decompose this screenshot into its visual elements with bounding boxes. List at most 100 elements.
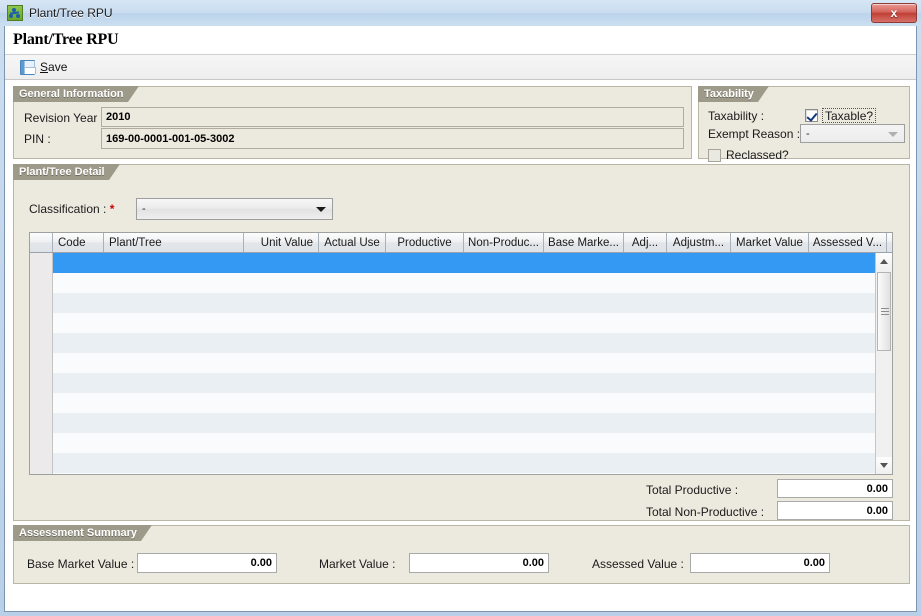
- row-body[interactable]: [53, 293, 892, 313]
- exempt-reason-select[interactable]: -: [800, 124, 905, 143]
- row-body[interactable]: [53, 253, 892, 273]
- row-body[interactable]: [53, 473, 892, 474]
- table-row[interactable]: [30, 253, 892, 273]
- plant-tree-detail-legend: Plant/Tree Detail: [13, 164, 120, 180]
- window-title: Plant/Tree RPU: [29, 6, 113, 20]
- scroll-down-icon[interactable]: [876, 457, 892, 474]
- base-market-value: 0.00: [250, 557, 272, 569]
- revision-year-value: 2010: [106, 111, 131, 123]
- total-productive-field[interactable]: 0.00: [777, 479, 893, 498]
- grid-column-header[interactable]: Productive: [386, 233, 464, 252]
- total-non-productive-value: 0.00: [866, 504, 888, 517]
- row-body[interactable]: [53, 273, 892, 293]
- grid-vertical-scrollbar[interactable]: [875, 253, 892, 474]
- market-value-label: Market Value :: [319, 557, 396, 571]
- classification-label: Classification : *: [29, 202, 115, 216]
- exempt-reason-value: -: [806, 127, 810, 140]
- grid-column-header[interactable]: Plant/Tree: [104, 233, 244, 252]
- table-row[interactable]: [30, 393, 892, 413]
- scrollbar-thumb[interactable]: [877, 272, 891, 351]
- taxability-label: Taxability :: [708, 109, 765, 123]
- row-header-cell[interactable]: [30, 333, 53, 353]
- row-body[interactable]: [53, 393, 892, 413]
- floppy-disk-icon: [20, 59, 36, 75]
- total-non-productive-label: Total Non-Productive :: [646, 505, 765, 519]
- table-row[interactable]: [30, 433, 892, 453]
- row-body[interactable]: [53, 413, 892, 433]
- row-body[interactable]: [53, 373, 892, 393]
- row-header-cell[interactable]: [30, 253, 53, 273]
- grid-column-header[interactable]: Adj...: [624, 233, 667, 252]
- table-row[interactable]: [30, 333, 892, 353]
- row-body[interactable]: [53, 433, 892, 453]
- plant-tree-detail-group: Plant/Tree Detail Classification : * - C…: [13, 164, 910, 521]
- revision-year-field[interactable]: 2010: [101, 107, 684, 127]
- form-body: General Information Revision Year : 2010…: [5, 80, 916, 610]
- row-body[interactable]: [53, 333, 892, 353]
- row-header-cell[interactable]: [30, 353, 53, 373]
- row-header-cell[interactable]: [30, 313, 53, 333]
- save-button-label: Save: [40, 60, 68, 74]
- classification-select[interactable]: -: [136, 198, 333, 220]
- close-icon: x: [890, 6, 898, 20]
- table-row[interactable]: [30, 473, 892, 474]
- table-row[interactable]: [30, 313, 892, 333]
- taxable-checkbox-label[interactable]: Taxable?: [822, 108, 877, 123]
- assessment-summary-group: Assessment Summary Base Market Value : 0…: [13, 525, 910, 584]
- total-non-productive-field[interactable]: 0.00: [777, 501, 893, 520]
- classification-value: -: [142, 203, 146, 215]
- close-button[interactable]: x: [871, 3, 917, 23]
- scroll-up-icon[interactable]: [876, 253, 892, 270]
- grid-column-header[interactable]: Unit Value: [244, 233, 319, 252]
- row-header-cell[interactable]: [30, 393, 53, 413]
- row-body[interactable]: [53, 313, 892, 333]
- row-header-cell[interactable]: [30, 453, 53, 473]
- base-market-value-field[interactable]: 0.00: [137, 553, 277, 573]
- grid-column-header[interactable]: Code: [53, 233, 104, 252]
- table-row[interactable]: [30, 353, 892, 373]
- row-body[interactable]: [53, 453, 892, 473]
- exempt-reason-label: Exempt Reason :: [708, 127, 801, 141]
- general-information-legend: General Information: [13, 86, 139, 102]
- row-header-cell[interactable]: [30, 273, 53, 293]
- pin-field[interactable]: 169-00-0001-001-05-3002: [101, 128, 684, 149]
- revision-year-label: Revision Year :: [24, 111, 105, 125]
- row-header-cell[interactable]: [30, 473, 53, 474]
- reclassed-checkbox[interactable]: [708, 149, 721, 162]
- page-title: Plant/Tree RPU: [13, 31, 119, 48]
- table-row[interactable]: [30, 373, 892, 393]
- classification-required-marker: *: [109, 202, 115, 216]
- row-header-cell[interactable]: [30, 413, 53, 433]
- row-body[interactable]: [53, 353, 892, 373]
- toolbar: Save: [5, 55, 916, 80]
- table-row[interactable]: [30, 293, 892, 313]
- table-row[interactable]: [30, 453, 892, 473]
- row-header-cell[interactable]: [30, 293, 53, 313]
- grid-column-header[interactable]: [30, 233, 53, 252]
- assessed-value: 0.00: [803, 557, 825, 569]
- market-value: 0.00: [522, 557, 544, 569]
- grid-column-header[interactable]: Adjustm...: [667, 233, 731, 252]
- chevron-down-icon: [316, 207, 326, 212]
- table-row[interactable]: [30, 273, 892, 293]
- taxability-group: Taxability Taxability : Taxable? Exempt …: [698, 86, 910, 162]
- assessed-value-field[interactable]: 0.00: [690, 553, 830, 573]
- application-window: Plant/Tree RPU x Plant/Tree RPU Save Gen…: [0, 0, 921, 616]
- plant-tree-grid[interactable]: Code Plant/Tree Unit Value Actual Use Produc…: [29, 232, 893, 475]
- grid-column-header[interactable]: Base Marke...: [544, 233, 624, 252]
- grid-column-header[interactable]: Actual Use: [319, 233, 386, 252]
- pin-value: 169-00-0001-001-05-3002: [106, 132, 235, 145]
- taxable-checkbox[interactable]: [805, 109, 818, 122]
- grid-column-header[interactable]: Assessed V...: [809, 233, 887, 252]
- total-productive-value: 0.00: [866, 482, 888, 495]
- row-header-cell[interactable]: [30, 373, 53, 393]
- market-value-field[interactable]: 0.00: [409, 553, 549, 573]
- table-row[interactable]: [30, 413, 892, 433]
- row-header-cell[interactable]: [30, 433, 53, 453]
- grid-column-header[interactable]: Market Value: [731, 233, 809, 252]
- total-productive-label: Total Productive :: [646, 483, 739, 497]
- grid-column-header[interactable]: Non-Produc...: [464, 233, 544, 252]
- grid-rows[interactable]: [30, 253, 892, 474]
- network-nodes-icon: [7, 5, 23, 21]
- save-button[interactable]: Save: [17, 59, 70, 76]
